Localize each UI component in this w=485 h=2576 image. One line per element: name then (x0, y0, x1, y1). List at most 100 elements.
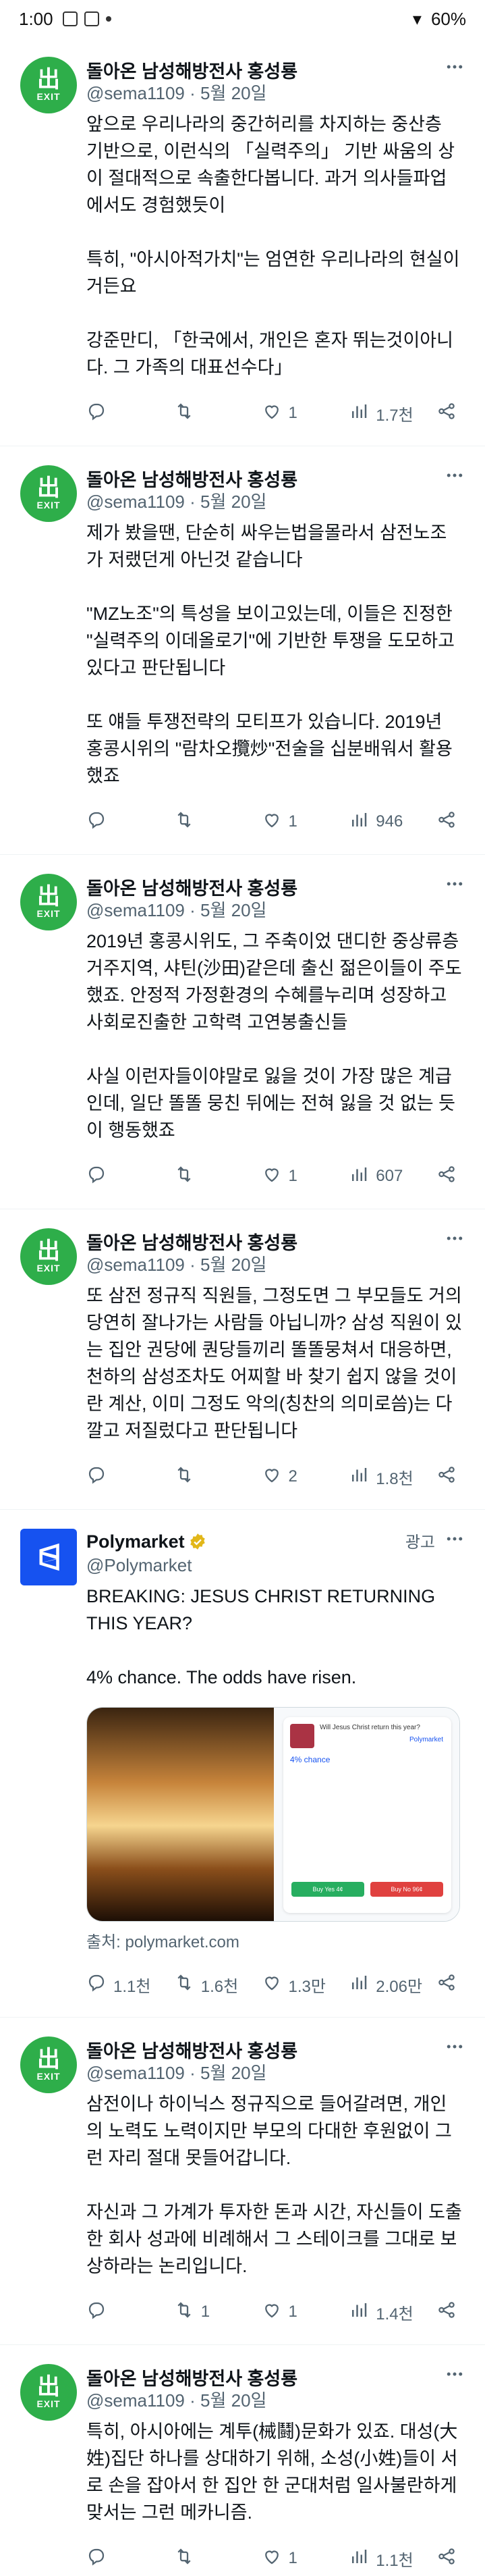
author-handle[interactable]: @sema1109 (86, 83, 185, 103)
tweet[interactable]: 出 EXIT 돌아온 남성해방전사 홍성룡 @sema1109 · 5월 20일 삼전이… (0, 2018, 485, 2345)
share-button[interactable] (436, 401, 457, 426)
more-options-icon[interactable] (445, 465, 465, 491)
views-button[interactable]: 607 (349, 1164, 436, 1189)
like-button[interactable]: 1 (262, 810, 349, 835)
avatar[interactable] (20, 1529, 77, 1585)
like-button[interactable]: 1.3만 (262, 1972, 349, 1997)
avatar[interactable]: 出 EXIT (20, 874, 77, 930)
share-icon (436, 1972, 457, 1997)
tweet-paragraph: 앞으로 우리나라의 중간허리를 차지하는 중산층 기반으로, 이런식의 「실력주… (86, 114, 455, 215)
views-button[interactable]: 1.7천 (349, 401, 436, 426)
like-button[interactable]: 1 (262, 2300, 349, 2325)
tweet[interactable]: 出 EXIT 돌아온 남성해방전사 홍성룡 @sema1109 · 5월 20일 특히,… (0, 2345, 485, 2576)
timeline-feed[interactable]: 出 EXIT 돌아온 남성해방전사 홍성룡 @sema1109 · 5월 20일 앞으로… (0, 38, 485, 2576)
buy-yes-button: Buy Yes 4¢ (291, 1882, 364, 1897)
like-count: 1.3만 (288, 1977, 326, 1996)
tweet-media[interactable]: Will Jesus Christ return this year? 4% ch… (86, 1707, 460, 1922)
like-icon (262, 810, 282, 835)
avatar[interactable]: 出 EXIT (20, 465, 77, 522)
tweet-header: 돌아온 남성해방전사 홍성룡 (86, 57, 469, 82)
status-time: 1:00 (19, 8, 53, 29)
retweet-button[interactable]: 1 (174, 2300, 262, 2325)
separator: · (184, 2063, 200, 2083)
author-handle[interactable]: @sema1109 (86, 1255, 185, 1275)
exit-logo-icon: EXIT (36, 91, 61, 102)
author-handle[interactable]: @sema1109 (86, 900, 185, 920)
tweet-date[interactable]: 5월 20일 (200, 900, 266, 920)
media-source[interactable]: 출처: polymarket.com (86, 1928, 469, 1952)
author-handle[interactable]: @sema1109 (86, 2063, 185, 2083)
more-options-icon[interactable] (445, 1529, 465, 1554)
exit-logo-icon: EXIT (36, 1263, 61, 1273)
tweet-subheader: @sema1109 · 5월 20일 (86, 2387, 469, 2414)
views-count: 2.06만 (376, 1977, 423, 1996)
tweet-actions: 1 1.1천 (86, 2526, 469, 2576)
reply-icon (86, 1465, 107, 1490)
like-count: 1 (288, 812, 297, 831)
tweet-paragraph: "MZ노조"의 특성을 보이고있는데, 이들은 진정한 "실력주의 이데올로기"… (86, 604, 460, 678)
share-button[interactable] (436, 2300, 457, 2325)
tweet[interactable]: 出 EXIT 돌아온 남성해방전사 홍성룡 @sema1109 · 5월 20일 제가 … (0, 446, 485, 855)
avatar[interactable]: 出 EXIT (20, 57, 77, 113)
views-count: 607 (376, 1167, 403, 1185)
like-button[interactable]: 2 (262, 1465, 349, 1490)
reply-button[interactable] (86, 810, 174, 835)
retweet-button[interactable] (174, 1164, 262, 1189)
views-count: 1.4천 (376, 2305, 413, 2323)
tweet-date[interactable]: 5월 20일 (200, 83, 266, 103)
more-options-icon[interactable] (445, 2364, 465, 2390)
views-button[interactable]: 2.06만 (349, 1972, 436, 1997)
more-options-icon[interactable] (445, 1228, 465, 1254)
share-button[interactable] (436, 810, 457, 835)
more-options-icon[interactable] (445, 2036, 465, 2062)
reply-button[interactable] (86, 2546, 174, 2571)
tweet[interactable]: Polymarket 광고 @Polymarket BREAKING: JESUS C… (0, 1510, 485, 2018)
like-button[interactable]: 1 (262, 2546, 349, 2571)
exit-logo-icon: 出 (37, 2046, 60, 2073)
like-button[interactable]: 1 (262, 1164, 349, 1189)
tweet[interactable]: 出 EXIT 돌아온 남성해방전사 홍성룡 @sema1109 · 5월 20일 또 삼… (0, 1209, 485, 1510)
avatar[interactable]: 出 EXIT (20, 1228, 77, 1285)
like-count: 1 (288, 1167, 297, 1185)
exit-logo-icon: EXIT (36, 2398, 61, 2409)
share-button[interactable] (436, 2546, 457, 2571)
avatar[interactable]: 出 EXIT (20, 2364, 77, 2421)
tweet[interactable]: 出 EXIT 돌아온 남성해방전사 홍성룡 @sema1109 · 5월 20일 201… (0, 855, 485, 1209)
author-handle[interactable]: @sema1109 (86, 2390, 185, 2411)
share-button[interactable] (436, 1465, 457, 1490)
tweet-date[interactable]: 5월 20일 (200, 2063, 266, 2083)
views-button[interactable]: 946 (349, 810, 436, 835)
tweet[interactable]: 出 EXIT 돌아온 남성해방전사 홍성룡 @sema1109 · 5월 20일 앞으로… (0, 38, 485, 446)
retweet-button[interactable]: 1.6천 (174, 1972, 262, 1997)
author-handle[interactable]: @sema1109 (86, 492, 185, 512)
reply-button[interactable]: 1.1천 (86, 1972, 174, 1997)
avatar[interactable]: 出 EXIT (20, 2036, 77, 2093)
tweet-date[interactable]: 5월 20일 (200, 2390, 266, 2411)
views-button[interactable]: 1.8천 (349, 1465, 436, 1490)
tweet-subheader: @sema1109 · 5월 20일 (86, 2059, 469, 2086)
tweet-paragraph: 또 삼전 정규직 직원들, 그정도면 그 부모들도 거의 당연히 잘나가는 사람… (86, 1286, 467, 1441)
reply-button[interactable] (86, 401, 174, 426)
retweet-button[interactable] (174, 810, 262, 835)
views-button[interactable]: 1.4천 (349, 2300, 436, 2325)
retweet-button[interactable] (174, 1465, 262, 1490)
retweet-button[interactable] (174, 2546, 262, 2571)
tweet-date[interactable]: 5월 20일 (200, 492, 266, 512)
like-button[interactable]: 1 (262, 401, 349, 426)
more-options-icon[interactable] (445, 874, 465, 899)
share-button[interactable] (436, 1164, 457, 1189)
tweet-date[interactable]: 5월 20일 (200, 1255, 266, 1275)
retweet-button[interactable] (174, 401, 262, 426)
views-button[interactable]: 1.1천 (349, 2546, 436, 2571)
reply-button[interactable] (86, 2300, 174, 2325)
author-handle[interactable]: @Polymarket (86, 1555, 192, 1575)
separator: · (184, 492, 200, 512)
exit-logo-icon: 出 (37, 2373, 60, 2400)
share-button[interactable] (436, 1972, 457, 1997)
reply-icon (86, 401, 107, 426)
reply-button[interactable] (86, 1164, 174, 1189)
more-options-icon[interactable] (445, 57, 465, 82)
tweet-text: BREAKING: JESUS CHRIST RETURNING THIS YE… (86, 1583, 469, 1691)
author-name[interactable]: Polymarket (86, 1531, 185, 1552)
reply-button[interactable] (86, 1465, 174, 1490)
